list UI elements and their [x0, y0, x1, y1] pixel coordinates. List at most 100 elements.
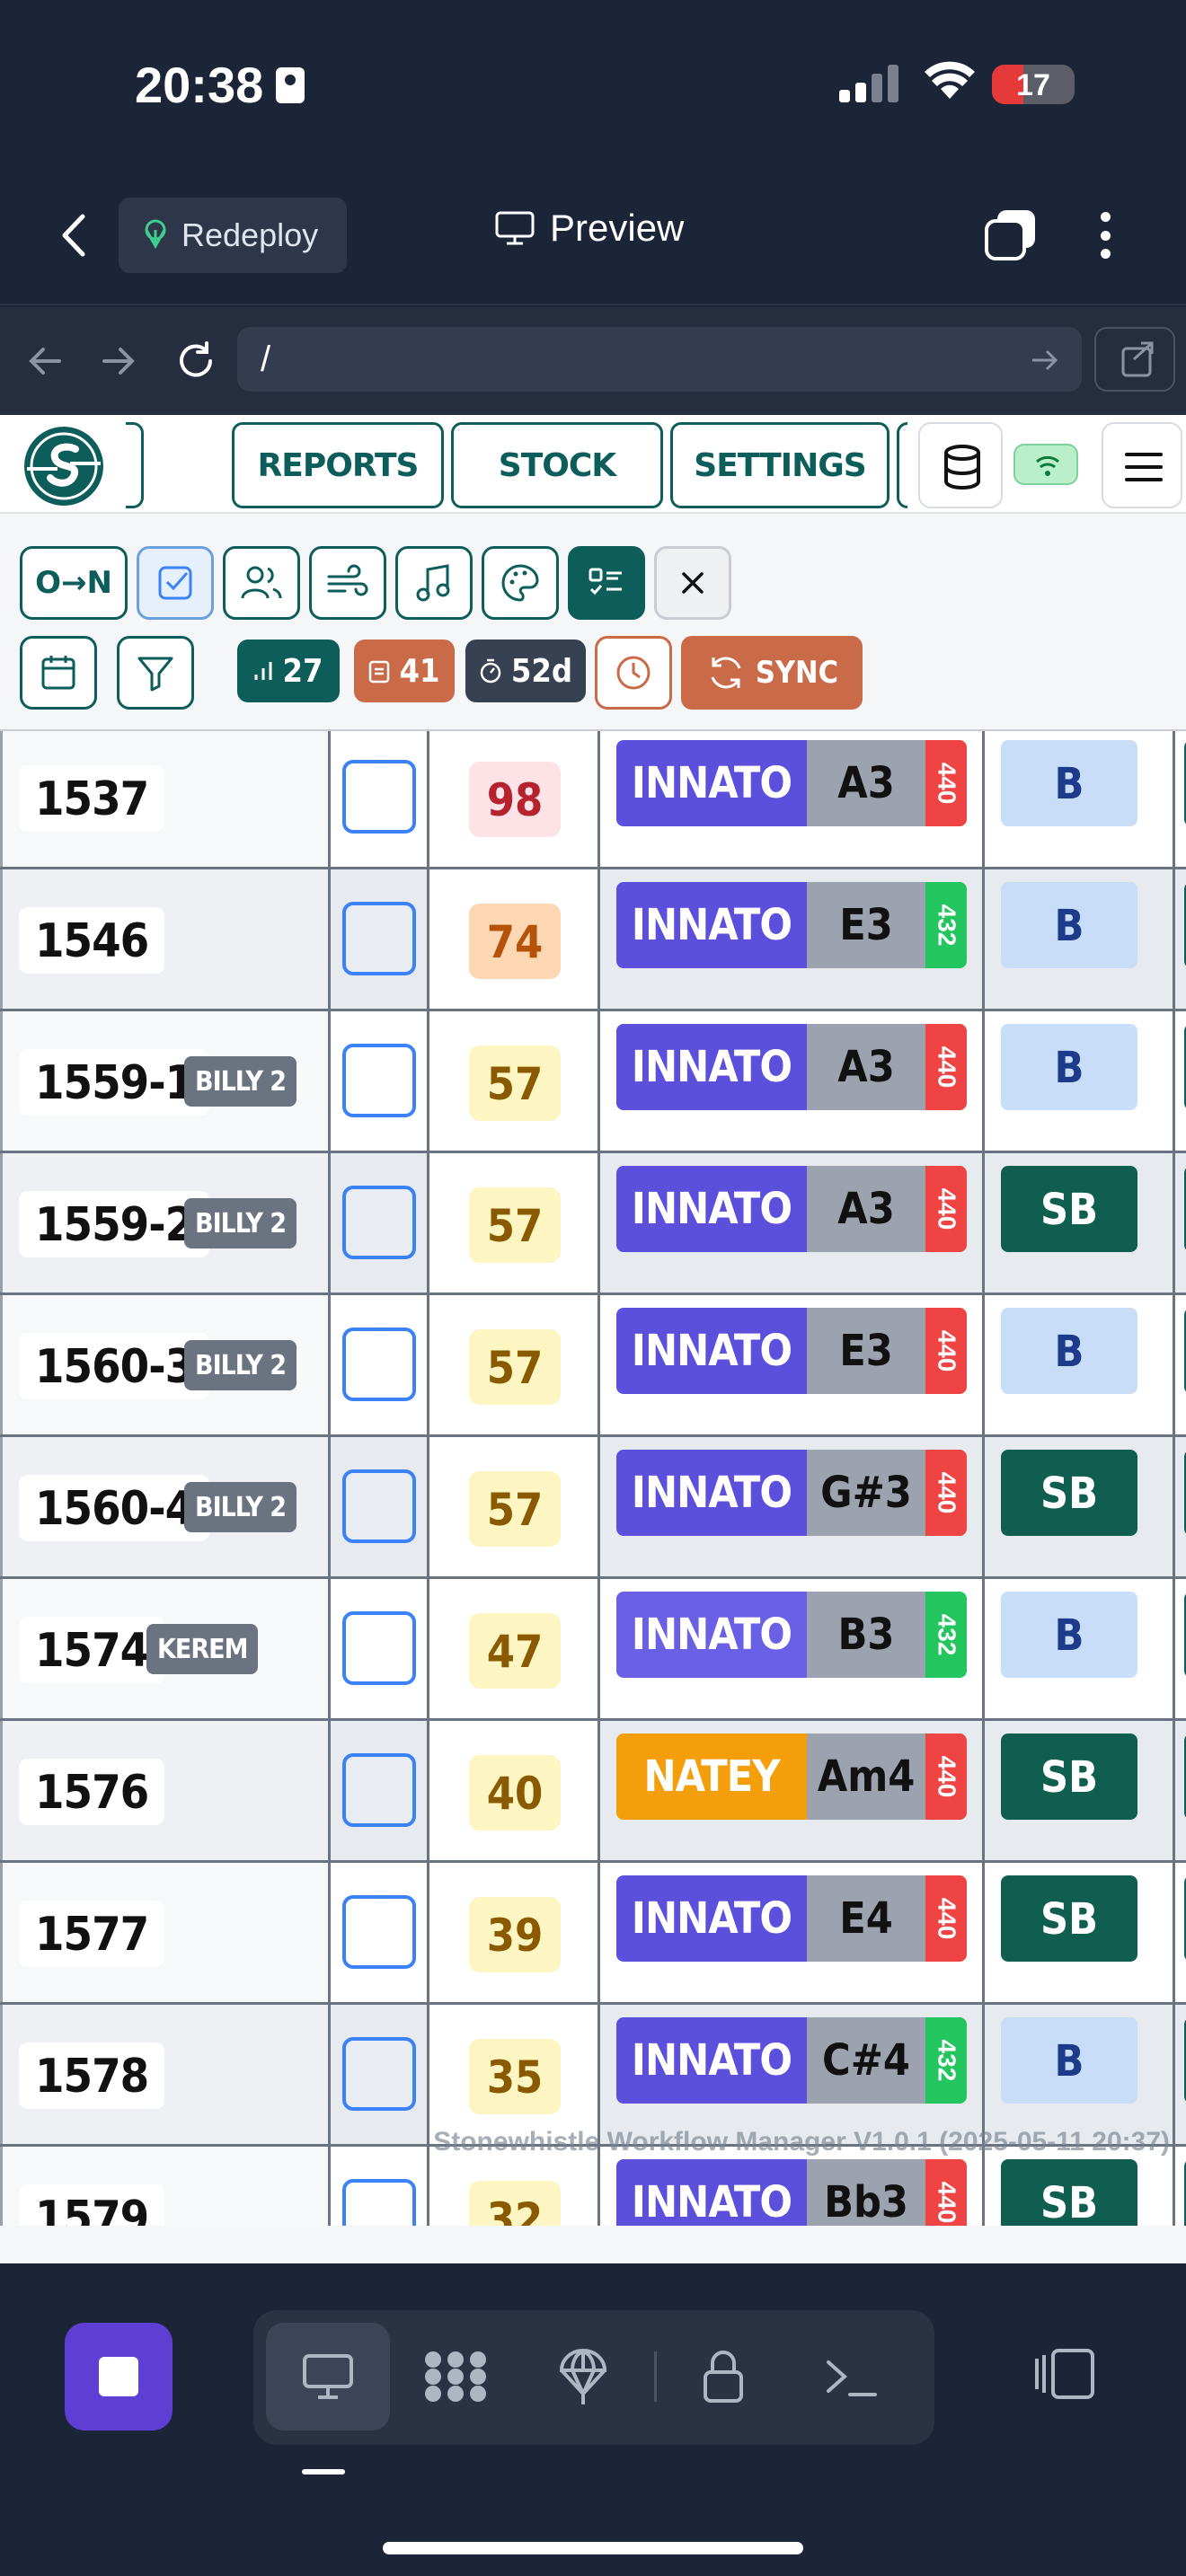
table-row[interactable]: 1559-2 BILLY 2 57 INNATO A3 440 SB — [0, 1153, 1186, 1295]
checklist-view-button[interactable] — [568, 546, 645, 620]
select-cell — [331, 2147, 429, 2226]
table-row[interactable]: 1574 KEREM 47 INNATO B3 432 B — [0, 1579, 1186, 1721]
orders-table: 1537 98 INNATO A3 440 B 1546 74 INNATO E3 432 B 1559… — [0, 729, 1186, 2226]
active-indicator — [302, 2469, 345, 2475]
row-checkbox[interactable] — [342, 760, 416, 834]
desktop-icon — [303, 2354, 353, 2399]
deploy-tab[interactable] — [521, 2323, 645, 2430]
preview-toggle[interactable]: Preview — [494, 207, 684, 250]
tab-next[interactable] — [897, 422, 907, 508]
music-filter-button[interactable] — [395, 546, 473, 620]
color-filter-button[interactable] — [482, 546, 559, 620]
row-checkbox[interactable] — [342, 1328, 416, 1401]
instrument-badge[interactable]: NATEY Am4 440 — [616, 1734, 967, 1820]
music-note-icon — [416, 564, 450, 602]
finish-cell: B — [985, 731, 1175, 867]
redeploy-button[interactable]: Redeploy — [119, 198, 347, 273]
row-checkbox[interactable] — [342, 1044, 416, 1117]
table-row[interactable]: 1560-3 BILLY 2 57 INNATO E3 440 B — [0, 1295, 1186, 1437]
order-number[interactable]: 1560-3 — [19, 1333, 210, 1399]
tab-previous[interactable]: ) — [126, 422, 144, 508]
wind-filter-button[interactable] — [309, 546, 386, 620]
database-button[interactable] — [918, 422, 1003, 508]
score-cell: 39 — [429, 1863, 600, 2002]
order-number[interactable]: 1576 — [19, 1759, 165, 1825]
recent-button[interactable] — [595, 636, 672, 710]
connection-status-button[interactable] — [1013, 444, 1078, 485]
sync-button[interactable]: SYNC — [681, 636, 863, 710]
main-tabs: ) REPORTS STOCK SETTINGS — [126, 422, 907, 508]
instrument-badge[interactable]: INNATO Bb3 440 — [616, 2159, 967, 2226]
instrument-badge[interactable]: INNATO A3 440 — [616, 1024, 967, 1110]
stop-button[interactable] — [65, 2323, 173, 2430]
order-number[interactable]: 1578 — [19, 2042, 165, 2109]
instrument-badge[interactable]: INNATO A3 440 — [616, 740, 967, 826]
table-row[interactable]: 1559-1 BILLY 2 57 INNATO A3 440 B — [0, 1011, 1186, 1153]
side-panel-icon[interactable] — [1033, 2346, 1098, 2402]
table-row[interactable]: 1579 32 INNATO Bb3 440 SB — [0, 2147, 1186, 2226]
tuning-badge: 432 — [925, 882, 967, 968]
row-checkbox[interactable] — [342, 1186, 416, 1259]
table-row[interactable]: 1577 39 INNATO E4 440 SB — [0, 1863, 1186, 2005]
go-arrow-icon[interactable] — [1030, 347, 1060, 374]
table-row[interactable]: 1560-4 BILLY 2 57 INNATO G#3 440 SB — [0, 1437, 1186, 1579]
nav-back-icon[interactable] — [23, 340, 66, 383]
order-number[interactable]: 1560-4 — [19, 1475, 210, 1541]
instrument-badge[interactable]: INNATO B3 432 — [616, 1592, 967, 1678]
desktop-view-tab[interactable] — [266, 2323, 390, 2430]
table-row[interactable]: 1537 98 INNATO A3 440 B — [0, 731, 1186, 869]
table-row[interactable]: 1576 40 NATEY Am4 440 SB — [0, 1721, 1186, 1863]
instrument-cell: NATEY Am4 440 — [600, 1721, 985, 1860]
row-checkbox[interactable] — [342, 1611, 416, 1685]
order-number[interactable]: 1579 — [19, 2184, 165, 2226]
instrument-badge[interactable]: INNATO G#3 440 — [616, 1450, 967, 1536]
select-mode-button[interactable] — [137, 546, 214, 620]
row-checkbox[interactable] — [342, 2179, 416, 2226]
tab-settings[interactable]: SETTINGS — [670, 422, 890, 508]
table-row[interactable]: 1578 35 INNATO C#4 432 B — [0, 2005, 1186, 2147]
tab-stock[interactable]: STOCK — [451, 422, 663, 508]
menu-button[interactable] — [1102, 422, 1182, 508]
instrument-cell: INNATO B3 432 — [600, 1579, 985, 1718]
date-filter-button[interactable] — [20, 636, 97, 710]
workers-filter-button[interactable] — [223, 546, 300, 620]
instrument-badge[interactable]: INNATO C#4 432 — [616, 2017, 967, 2104]
nav-forward-icon[interactable] — [97, 340, 140, 383]
filter-button[interactable] — [117, 636, 194, 710]
instrument-badge[interactable]: INNATO E4 440 — [616, 1875, 967, 1962]
row-checkbox[interactable] — [342, 2037, 416, 2111]
order-number[interactable]: 1537 — [19, 765, 165, 832]
row-checkbox[interactable] — [342, 1753, 416, 1827]
row-checkbox[interactable] — [342, 1895, 416, 1969]
order-number[interactable]: 1574 — [19, 1617, 165, 1683]
select-cell — [331, 1011, 429, 1151]
order-number[interactable]: 1559-1 — [19, 1049, 210, 1116]
instrument-brand: INNATO — [616, 1308, 807, 1394]
finish-badge: SB — [1001, 1734, 1137, 1820]
open-external-button[interactable] — [1094, 327, 1175, 392]
workflow-tab[interactable] — [394, 2323, 518, 2430]
more-icon[interactable] — [1087, 207, 1123, 264]
clear-filters-button[interactable] — [654, 546, 731, 620]
order-number[interactable]: 1577 — [19, 1901, 165, 1967]
table-row[interactable]: 1546 74 INNATO E3 432 B — [0, 869, 1186, 1011]
url-input[interactable]: / — [237, 327, 1082, 392]
row-checkbox[interactable] — [342, 1469, 416, 1543]
tab-reports[interactable]: REPORTS — [232, 422, 444, 508]
finish-badge: SB — [1001, 1166, 1137, 1252]
tabs-icon[interactable] — [983, 207, 1039, 262]
clipboard-icon — [369, 660, 390, 684]
row-checkbox[interactable] — [342, 902, 416, 975]
secrets-tab[interactable] — [661, 2323, 785, 2430]
instrument-brand: INNATO — [616, 2159, 807, 2226]
back-icon[interactable] — [56, 213, 92, 258]
shell-tab[interactable] — [789, 2323, 913, 2430]
order-number[interactable]: 1546 — [19, 907, 165, 974]
sort-order-button[interactable]: O→N — [20, 546, 128, 620]
reload-icon[interactable] — [174, 340, 217, 383]
instrument-badge[interactable]: INNATO E3 440 — [616, 1308, 967, 1394]
instrument-badge[interactable]: INNATO E3 432 — [616, 882, 967, 968]
instrument-cell: INNATO A3 440 — [600, 1153, 985, 1292]
order-number[interactable]: 1559-2 — [19, 1191, 210, 1257]
instrument-badge[interactable]: INNATO A3 440 — [616, 1166, 967, 1252]
